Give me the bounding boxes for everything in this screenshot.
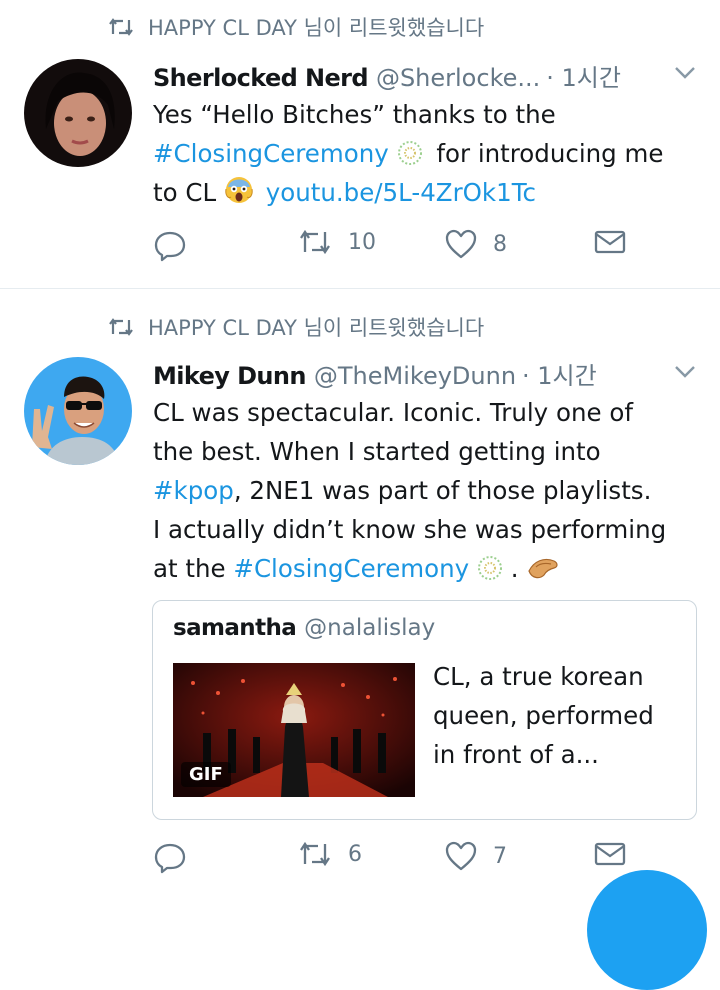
quoted-tweet[interactable]: samantha @nalalislay GIF CL, a true kore…: [152, 600, 697, 820]
tweet-text-line: Yes “Hello Bitches” thanks to the: [153, 100, 556, 129]
retweet-context: HAPPY CL DAY 님이 리트윗했습니다: [108, 12, 484, 42]
chevron-down-icon[interactable]: [674, 365, 696, 379]
tweet-text-segment: , 2NE1 was part of those playlists.: [233, 476, 652, 505]
direct-message-button[interactable]: [594, 841, 642, 867]
retweet-button[interactable]: 10: [298, 229, 376, 255]
retweet-icon: [109, 318, 133, 336]
tweet-text-segment: for introducing me: [436, 139, 664, 168]
timestamp[interactable]: · 1시간: [522, 362, 597, 390]
tweet-text-line: CL was spectacular. Iconic. Truly one of: [153, 398, 633, 427]
quoted-tweet-header: samantha @nalalislay: [173, 615, 435, 641]
user-handle[interactable]: @Sherlocke...: [376, 64, 540, 92]
avatar[interactable]: [24, 357, 132, 465]
display-name[interactable]: Sherlocked Nerd: [153, 64, 369, 92]
envelope-icon: [594, 230, 626, 254]
reply-icon: [154, 843, 186, 874]
tweet-header: Mikey Dunn @TheMikeyDunn · 1시간: [153, 356, 597, 391]
retweet-count: 6: [348, 841, 362, 867]
direct-message-button[interactable]: [594, 229, 642, 255]
like-count: 7: [493, 843, 507, 869]
user-handle[interactable]: @TheMikeyDunn: [314, 362, 516, 390]
retweet-context-text: HAPPY CL DAY 님이 리트윗했습니다: [148, 316, 485, 340]
tweet-text-segment: to CL: [153, 178, 217, 207]
like-button[interactable]: 7: [445, 841, 507, 871]
quoted-user-handle: @nalalislay: [304, 615, 436, 641]
reply-icon: [154, 231, 186, 262]
hashtag-link[interactable]: #kpop: [153, 476, 234, 505]
fireworks-emoji-icon: [397, 141, 422, 165]
chevron-down-icon[interactable]: [674, 66, 696, 80]
retweet-button[interactable]: 6: [298, 841, 362, 867]
avatar[interactable]: [24, 59, 132, 167]
like-count: 8: [493, 231, 507, 257]
tweet-text-segment: .: [510, 554, 519, 583]
tweet-text: Yes “Hello Bitches” thanks to the #Closi…: [153, 95, 703, 212]
display-name[interactable]: Mikey Dunn: [153, 362, 306, 390]
retweet-icon: [109, 18, 133, 36]
hashtag-link[interactable]: #ClosingCeremony: [233, 554, 469, 583]
compose-tweet-button[interactable]: [587, 870, 707, 990]
tweet-card[interactable]: HAPPY CL DAY 님이 리트윗했습니다 Sherlocked Nerd @…: [0, 0, 720, 289]
quoted-tweet-text: CL, a true korean queen, performed in fr…: [433, 662, 654, 769]
reply-button[interactable]: [153, 841, 203, 875]
tweet-text-line: the best. When I started getting into: [153, 437, 601, 466]
like-button[interactable]: 8: [445, 229, 507, 259]
screaming-face-emoji-icon: [225, 177, 253, 203]
timestamp[interactable]: · 1시간: [546, 64, 621, 92]
fireworks-emoji-icon: [477, 556, 502, 580]
hashtag-link[interactable]: #ClosingCeremony: [153, 139, 389, 168]
heart-icon: [445, 229, 477, 259]
retweet-context: HAPPY CL DAY 님이 리트윗했습니다: [108, 312, 484, 342]
tweet-header: Sherlocked Nerd @Sherlocke... · 1시간: [153, 58, 621, 93]
gif-badge: GIF: [181, 762, 231, 787]
tweet-actions: 6 7: [153, 841, 633, 881]
clapping-hands-emoji-icon: [528, 558, 558, 579]
envelope-icon: [594, 842, 626, 866]
quoted-display-name: samantha: [173, 615, 297, 641]
tweet-actions: 10 8: [153, 229, 633, 269]
tweet-text-line: I actually didn’t know she was performin…: [153, 515, 667, 544]
tweet-text: CL was spectacular. Iconic. Truly one of…: [153, 393, 703, 588]
reply-button[interactable]: [153, 229, 203, 263]
retweet-count: 10: [348, 229, 376, 255]
retweet-context-text: HAPPY CL DAY 님이 리트윗했습니다: [148, 16, 485, 40]
retweet-icon: [300, 841, 330, 867]
retweet-icon: [300, 229, 330, 255]
tweet-text-segment: at the: [153, 554, 226, 583]
quoted-media-thumbnail[interactable]: GIF: [173, 663, 415, 797]
heart-icon: [445, 841, 477, 871]
tweet-card[interactable]: HAPPY CL DAY 님이 리트윗했습니다 Mikey Dunn @TheMi…: [0, 289, 720, 890]
url-link[interactable]: youtu.be/5L-4ZrOk1Tc: [266, 178, 536, 207]
